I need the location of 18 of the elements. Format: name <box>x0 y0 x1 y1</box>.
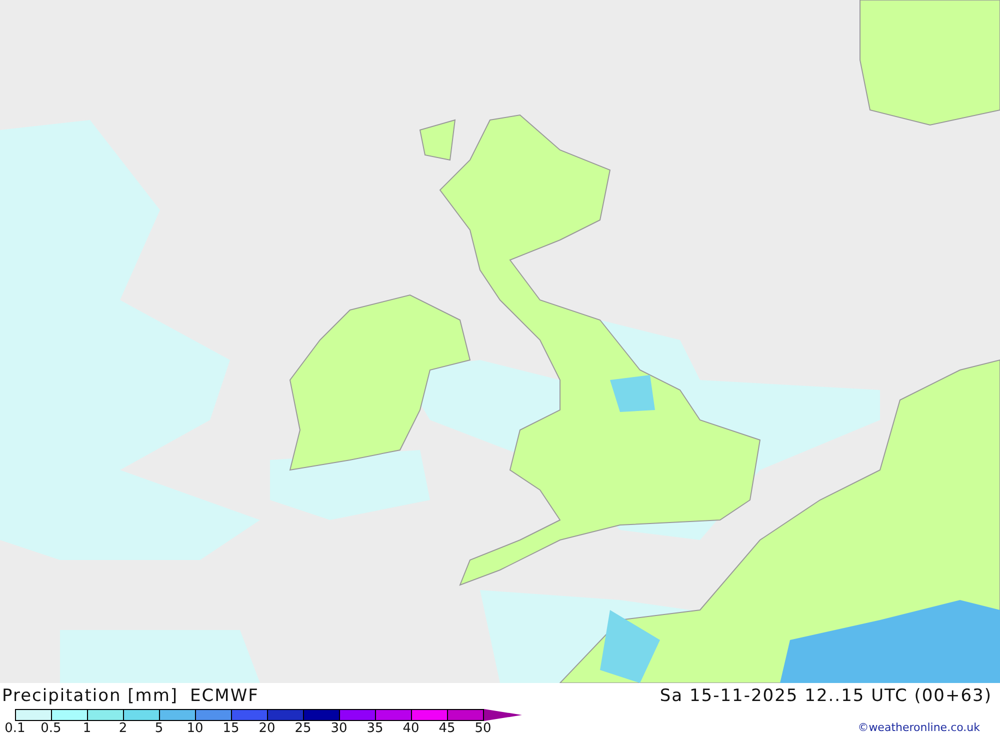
legend-label: 10 <box>186 721 204 733</box>
model-name: ECMWF <box>190 686 259 706</box>
legend-label: 5 <box>154 721 164 733</box>
legend-label: 1 <box>82 721 92 733</box>
legend-label: 30 <box>330 721 348 733</box>
legend-label: 45 <box>438 721 456 733</box>
legend-label: 35 <box>366 721 384 733</box>
map-title: Precipitation [mm] <box>2 686 178 706</box>
legend-label: 50 <box>474 721 492 733</box>
legend-label: 2 <box>118 721 128 733</box>
legend-label: 25 <box>294 721 312 733</box>
legend-label: 20 <box>258 721 276 733</box>
valid-time: Sa 15-11-2025 12..15 UTC (00+63) <box>660 686 992 706</box>
legend-label: 40 <box>402 721 420 733</box>
legend-label: 15 <box>222 721 240 733</box>
credit-link[interactable]: ©weatheronline.co.uk <box>858 721 980 733</box>
legend-label: 0.1 <box>4 721 26 733</box>
legend-label: 0.5 <box>40 721 62 733</box>
